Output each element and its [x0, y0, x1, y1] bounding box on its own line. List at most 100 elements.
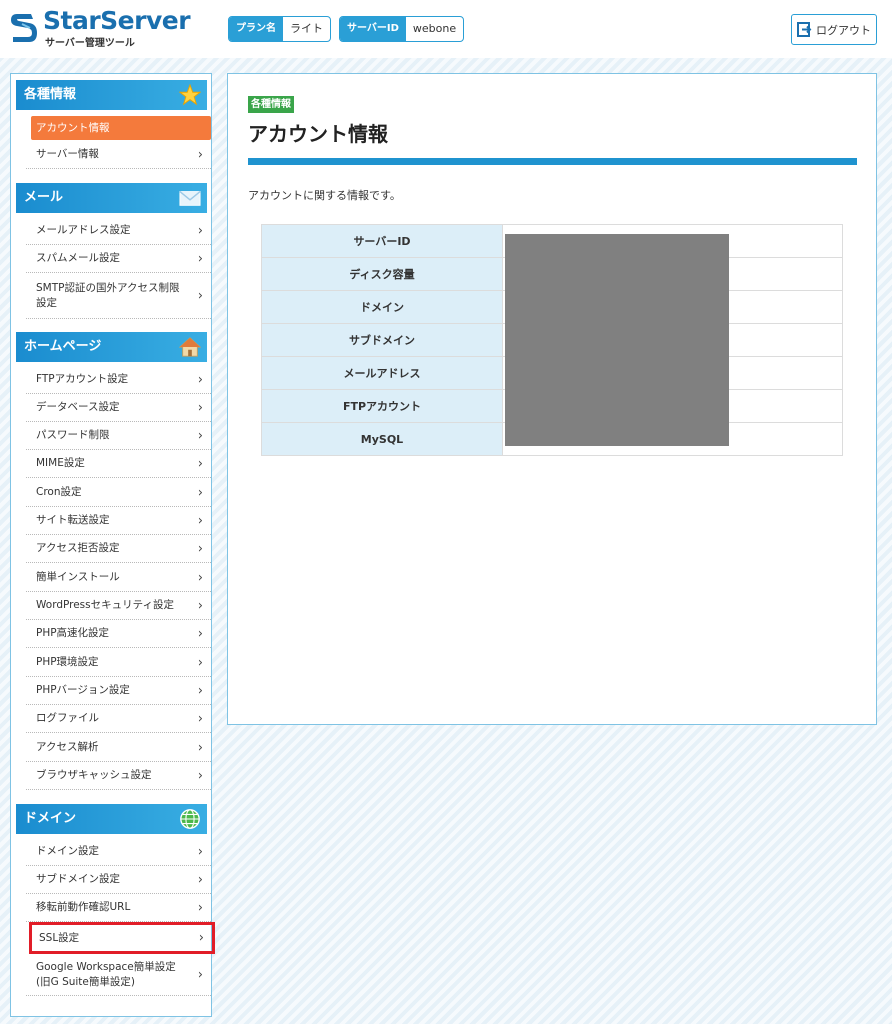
sidebar-item-label: ブラウザキャッシュ設定	[36, 769, 152, 781]
sidebar-item-label: Cron設定	[36, 486, 82, 498]
sidebar-item-log-file[interactable]: ログファイル ›	[26, 705, 211, 733]
chevron-right-icon: ›	[197, 683, 203, 698]
logo-name: StarServer	[43, 6, 191, 35]
sidebar-item-label: PHP高速化設定	[36, 627, 110, 639]
server-id-label: サーバーID	[340, 17, 406, 41]
server-id-value: webone	[412, 22, 457, 35]
sidebar-item-label: PHPバージョン設定	[36, 684, 130, 696]
chevron-right-icon: ›	[197, 570, 203, 585]
chevron-right-icon: ›	[197, 147, 203, 162]
section-title: メール	[24, 190, 64, 205]
section-header-mail: メール	[16, 183, 207, 213]
sidebar-item-subdomain-settings[interactable]: サブドメイン設定 ›	[26, 866, 211, 894]
chevron-right-icon: ›	[197, 485, 203, 500]
chevron-right-icon: ›	[197, 428, 203, 443]
chevron-right-icon: ›	[197, 967, 203, 982]
logout-icon	[797, 22, 812, 37]
sidebar-item-easy-install[interactable]: 簡単インストール ›	[26, 564, 211, 592]
chevron-right-icon: ›	[198, 930, 204, 946]
row-label: ディスク容量	[261, 257, 503, 291]
page-description: アカウントに関する情報です。	[248, 189, 401, 202]
sidebar-item-label: 移転前動作確認URL	[36, 901, 131, 913]
sidebar-item-ftp-account[interactable]: FTPアカウント設定 ›	[26, 366, 211, 394]
chevron-right-icon: ›	[197, 740, 203, 755]
sidebar-item-database[interactable]: データベース設定 ›	[26, 394, 211, 422]
sidebar-item-mime[interactable]: MIME設定 ›	[26, 450, 211, 478]
star-icon	[179, 84, 201, 106]
globe-icon	[180, 809, 200, 829]
category-badge: 各種情報	[248, 96, 294, 113]
section-header-info: 各種情報	[16, 80, 207, 110]
sidebar-item-smtp-restriction[interactable]: SMTP認証の国外アクセス制限設定 ›	[26, 273, 211, 319]
row-label: サーバーID	[261, 224, 503, 258]
chevron-right-icon: ›	[197, 844, 203, 859]
section-title: 各種情報	[24, 87, 77, 102]
sidebar-item-label: メールアドレス設定	[36, 224, 131, 236]
sidebar-item-cron[interactable]: Cron設定 ›	[26, 479, 211, 507]
sidebar-item-label: アクセス解析	[36, 741, 99, 753]
logo-mark-icon	[11, 14, 37, 42]
logout-label: ログアウト	[816, 23, 871, 37]
section-header-homepage: ホームページ	[16, 332, 207, 362]
sidebar-item-label: アクセス拒否設定	[36, 542, 120, 554]
sidebar-item-label: ログファイル	[36, 712, 99, 724]
sidebar-item-browser-cache[interactable]: ブラウザキャッシュ設定 ›	[26, 762, 211, 790]
sidebar-item-label: 簡単インストール	[36, 571, 120, 583]
plan-value: ライト	[290, 22, 323, 35]
sidebar-item-mail-address[interactable]: メールアドレス設定 ›	[26, 217, 211, 245]
sidebar-item-pre-transfer-url[interactable]: 移転前動作確認URL ›	[26, 894, 211, 922]
logout-button[interactable]: ログアウト	[791, 14, 877, 45]
sidebar-item-label: FTPアカウント設定	[36, 373, 129, 385]
sidebar-item-label: サブドメイン設定	[36, 873, 120, 885]
sidebar-item-account-info[interactable]: アカウント情報	[31, 116, 211, 140]
row-label: MySQL	[261, 422, 503, 456]
chevron-right-icon: ›	[197, 655, 203, 670]
sidebar-item-label: WordPressセキュリティ設定	[36, 599, 174, 611]
sidebar-item-password-restriction[interactable]: パスワード制限 ›	[26, 422, 211, 450]
sidebar-item-access-deny[interactable]: アクセス拒否設定 ›	[26, 535, 211, 563]
mail-icon	[179, 191, 201, 206]
sidebar-item-php-environment[interactable]: PHP環境設定 ›	[26, 649, 211, 677]
sidebar-item-spam-mail[interactable]: スパムメール設定 ›	[26, 245, 211, 273]
header: StarServer サーバー管理ツール プラン名 ライト サーバーID web…	[0, 0, 892, 58]
chevron-right-icon: ›	[197, 288, 203, 303]
sidebar-item-access-analytics[interactable]: アクセス解析 ›	[26, 734, 211, 762]
sidebar-item-site-redirect[interactable]: サイト転送設定 ›	[26, 507, 211, 535]
plan-label: プラン名	[229, 17, 283, 41]
sidebar-item-ssl-settings[interactable]: SSL設定 ›	[29, 922, 215, 954]
sidebar-item-domain-settings[interactable]: ドメイン設定 ›	[26, 838, 211, 866]
sidebar-item-label: データベース設定	[36, 401, 120, 413]
row-label: ドメイン	[261, 290, 503, 324]
redacted-values-block	[505, 234, 729, 446]
sidebar-item-php-version[interactable]: PHPバージョン設定 ›	[26, 677, 211, 705]
chevron-right-icon: ›	[197, 372, 203, 387]
logo[interactable]: StarServer サーバー管理ツール	[8, 6, 198, 49]
chevron-right-icon: ›	[197, 400, 203, 415]
chevron-right-icon: ›	[197, 626, 203, 641]
chevron-right-icon: ›	[197, 711, 203, 726]
row-label: FTPアカウント	[261, 389, 503, 423]
sidebar-item-google-workspace[interactable]: Google Workspace簡単設定(旧G Suite簡単設定) ›	[26, 954, 211, 996]
logo-subtitle: サーバー管理ツール	[45, 38, 135, 49]
section-title: ドメイン	[24, 811, 77, 826]
main-panel: 各種情報 アカウント情報 アカウントに関する情報です。 サーバーID ディスク容…	[227, 73, 877, 725]
title-underline	[248, 158, 857, 165]
chevron-right-icon: ›	[197, 223, 203, 238]
sidebar-item-php-acceleration[interactable]: PHP高速化設定 ›	[26, 620, 211, 648]
sidebar-item-label: サイト転送設定	[36, 514, 110, 526]
sidebar-item-server-info[interactable]: サーバー情報 ›	[26, 141, 211, 169]
row-label: メールアドレス	[261, 356, 503, 390]
sidebar-item-label: SSL設定	[39, 931, 80, 944]
sidebar-item-label: スパムメール設定	[36, 252, 120, 264]
sidebar-item-wordpress-security[interactable]: WordPressセキュリティ設定 ›	[26, 592, 211, 620]
sidebar-item-label: サーバー情報	[36, 148, 99, 160]
sidebar-item-label: Google Workspace簡単設定(旧G Suite簡単設定)	[36, 960, 176, 988]
chevron-right-icon: ›	[197, 900, 203, 915]
chevron-right-icon: ›	[197, 872, 203, 887]
chevron-right-icon: ›	[197, 251, 203, 266]
chevron-right-icon: ›	[197, 768, 203, 783]
sidebar-item-label: ドメイン設定	[36, 845, 99, 857]
sidebar: 各種情報 アカウント情報 サーバー情報 › メール メールアドレス設定 › スパ…	[10, 73, 215, 1017]
chevron-right-icon: ›	[197, 456, 203, 471]
chevron-right-icon: ›	[197, 541, 203, 556]
